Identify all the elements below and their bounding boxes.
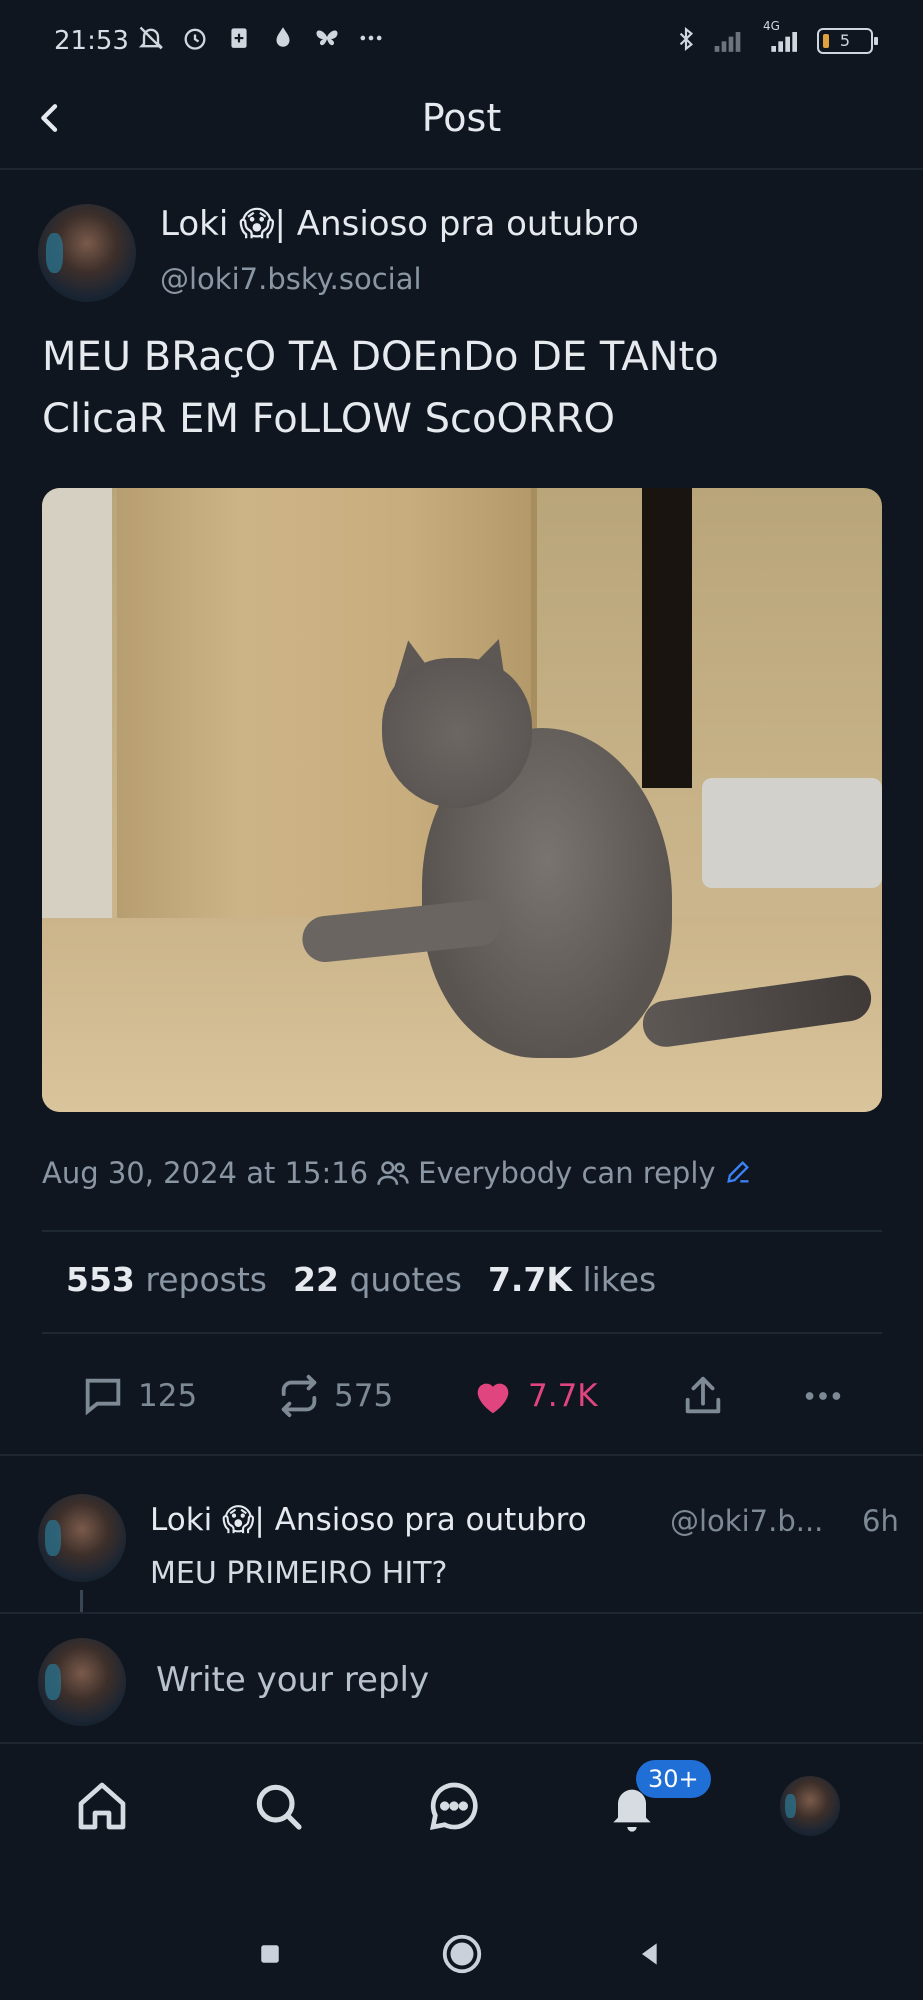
- home-nav-button[interactable]: [432, 1924, 492, 1984]
- thread-line: [80, 1590, 83, 1612]
- header-divider: [0, 168, 923, 170]
- post-meta: Aug 30, 2024 at 15:16 Everybody can repl…: [42, 1156, 754, 1190]
- mute-bell-icon: [136, 24, 166, 54]
- square-icon: [261, 1945, 279, 1963]
- alarm-icon: [180, 24, 210, 54]
- triangle-back-icon: [642, 1943, 657, 1965]
- post-text: MEU BRaçO TA DOEnDo DE TANto ClicaR EM F…: [42, 326, 882, 450]
- back-nav-button[interactable]: [620, 1924, 680, 1984]
- like-button[interactable]: 7.7K: [470, 1370, 598, 1422]
- cat-head: [382, 658, 532, 808]
- thread-divider: [0, 1454, 923, 1456]
- edit-pencil-icon[interactable]: [724, 1158, 754, 1188]
- reply-button[interactable]: 125: [80, 1370, 197, 1422]
- bluetooth-icon: [673, 24, 699, 58]
- reply-setting[interactable]: Everybody can reply: [418, 1156, 715, 1190]
- circle-icon: [442, 1934, 482, 1974]
- people-icon: [376, 1158, 410, 1188]
- status-time: 21:53: [54, 26, 129, 56]
- butterfly-icon: [312, 24, 342, 54]
- post-text-line-2: ClicaR EM FoLLOW ScoORRO: [42, 396, 616, 442]
- notifications-badge: 30+: [636, 1760, 711, 1798]
- stats-divider-top: [42, 1230, 882, 1232]
- battery-saver-icon: [224, 24, 254, 54]
- repost-icon: [281, 1374, 317, 1418]
- repost-button[interactable]: 575: [276, 1370, 393, 1422]
- search-icon: [256, 1784, 302, 1830]
- home-icon: [78, 1782, 126, 1830]
- heart-filled-icon: [477, 1383, 509, 1414]
- signal-2-icon: 4G: [763, 19, 803, 57]
- tab-home[interactable]: [72, 1776, 132, 1836]
- post-image[interactable]: [42, 488, 882, 1112]
- more-options-button[interactable]: [800, 1370, 846, 1422]
- network-type-label: 4G: [763, 19, 780, 33]
- status-bar: 21:53 4G 5: [0, 0, 923, 84]
- quotes-stat[interactable]: 22 quotes: [293, 1260, 462, 1299]
- compose-avatar: [38, 1638, 126, 1726]
- author-handle[interactable]: @loki7.bsky.social: [160, 262, 422, 296]
- page-title: Post: [421, 96, 502, 140]
- comment-icon: [85, 1378, 121, 1416]
- tab-profile[interactable]: [780, 1776, 840, 1836]
- reply-avatar[interactable]: [38, 1494, 126, 1582]
- tab-chat[interactable]: [424, 1776, 484, 1836]
- status-icons-right: 4G 5: [673, 19, 878, 58]
- reply-text[interactable]: MEU PRIMEIRO HIT?: [150, 1556, 447, 1591]
- battery-level: 5: [839, 31, 851, 50]
- chat-icon: [430, 1782, 478, 1830]
- more-status-icon: [356, 24, 386, 54]
- recents-button[interactable]: [240, 1924, 300, 1984]
- image-wall: [42, 488, 112, 938]
- repost-count: 575: [334, 1378, 394, 1414]
- tab-search[interactable]: [248, 1776, 308, 1836]
- post-text-line-1: MEU BRaçO TA DOEnDo DE TANto: [42, 334, 719, 380]
- stats-divider-bottom: [42, 1332, 882, 1334]
- likes-stat[interactable]: 7.7K likes: [488, 1260, 656, 1299]
- image-pole: [642, 488, 692, 788]
- author-avatar[interactable]: [38, 204, 136, 302]
- reply-author-handle[interactable]: @loki7.b...: [670, 1504, 823, 1538]
- share-button[interactable]: [680, 1370, 726, 1422]
- more-horizontal-icon: [805, 1392, 841, 1400]
- compose-divider: [0, 1612, 923, 1614]
- post-stats: 553 reposts 22 quotes 7.7K likes: [66, 1260, 656, 1299]
- post-timestamp: Aug 30, 2024 at 15:16: [42, 1156, 369, 1190]
- image-roll: [702, 778, 882, 888]
- author-name[interactable]: Loki 😱| Ansioso pra outubro: [160, 204, 639, 244]
- reposts-stat[interactable]: 553 reposts: [66, 1260, 267, 1299]
- drop-icon: [268, 24, 298, 54]
- signal-1-icon: [713, 25, 749, 57]
- reply-time: 6h: [862, 1504, 899, 1538]
- battery-icon: 5: [817, 28, 878, 54]
- share-icon: [685, 1376, 721, 1414]
- status-icons-left: [136, 24, 386, 54]
- reply-count: 125: [138, 1378, 198, 1414]
- reply-input[interactable]: Write your reply: [156, 1660, 856, 1700]
- reply-author-name[interactable]: Loki 😱| Ansioso pra outubro: [150, 1502, 587, 1538]
- like-count: 7.7K: [528, 1378, 598, 1414]
